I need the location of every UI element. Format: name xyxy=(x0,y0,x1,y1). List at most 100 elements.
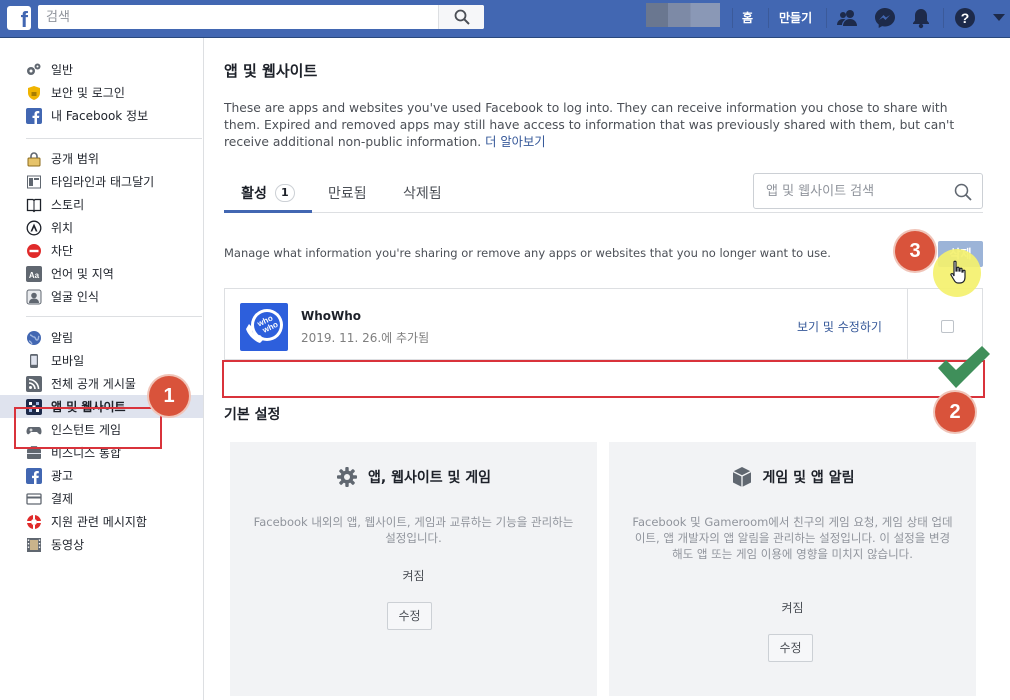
learn-more-link[interactable]: 더 알아보기 xyxy=(485,135,545,149)
tab-expired[interactable]: 만료됨 xyxy=(328,172,367,213)
step-badge-1: 1 xyxy=(149,376,189,416)
sidebar-item-payments[interactable]: 결제 xyxy=(26,487,203,510)
sidebar-group-privacy: 공개 범위 타임라인과 태그달기 스토리 위치 차단 Aa 언어 및 지역 얼굴… xyxy=(26,147,154,308)
search-icon[interactable] xyxy=(954,183,972,201)
tab-active[interactable]: 활성 1 xyxy=(224,172,312,213)
sidebar-item-label: 광고 xyxy=(51,469,74,483)
view-and-edit-link[interactable]: 보기 및 수정하기 xyxy=(797,318,882,335)
sidebar-item-privacy[interactable]: 공개 범위 xyxy=(26,147,154,170)
sidebar-item-general[interactable]: 일반 xyxy=(26,58,148,81)
app-search xyxy=(753,173,983,209)
app-name[interactable]: WhoWho xyxy=(301,309,361,323)
card-title-row: 게임 및 앱 알림 xyxy=(609,466,976,488)
app-search-input[interactable] xyxy=(754,174,944,208)
page-title: 앱 및 웹사이트 xyxy=(224,62,318,80)
sidebar-item-label: 타임라인과 태그달기 xyxy=(51,175,155,189)
global-search-input[interactable] xyxy=(38,5,438,29)
sidebar-item-videos[interactable]: 동영상 xyxy=(26,533,203,556)
divider xyxy=(943,8,944,28)
facebook-icon xyxy=(26,107,42,124)
notifications-bell-icon[interactable] xyxy=(910,7,932,29)
sidebar-item-label: 모바일 xyxy=(51,354,85,368)
create-link[interactable]: 만들기 xyxy=(779,9,812,26)
divider xyxy=(907,289,908,359)
card-title: 게임 및 앱 알림 xyxy=(762,470,855,486)
divider xyxy=(768,8,769,28)
step-badge-3: 3 xyxy=(895,231,935,271)
card-status: 켜짐 xyxy=(781,601,804,615)
card-icon xyxy=(26,491,42,507)
sidebar-item-label: 보안 및 로그인 xyxy=(51,86,125,100)
sidebar-item-stories[interactable]: 스토리 xyxy=(26,193,154,216)
settings-sidebar: 일반 보안 및 로그인 내 Facebook 정보 공개 범위 타임라인과 태그… xyxy=(0,38,204,700)
location-icon xyxy=(26,220,42,236)
sidebar-item-language[interactable]: Aa 언어 및 지역 xyxy=(26,262,154,285)
sidebar-item-location[interactable]: 위치 xyxy=(26,216,154,239)
ads-icon xyxy=(26,467,42,484)
card-title: 앱, 웹사이트 및 게임 xyxy=(368,470,491,486)
sidebar-item-label: 지원 관련 메시지함 xyxy=(51,515,147,529)
divider xyxy=(26,138,202,139)
sidebar-item-label: 결제 xyxy=(51,492,74,506)
divider xyxy=(26,316,202,317)
sidebar-item-label: 동영상 xyxy=(51,538,85,552)
tab-removed[interactable]: 삭제됨 xyxy=(403,172,442,213)
app-added-date: 2019. 11. 26.에 추가됨 xyxy=(301,331,430,345)
edit-button[interactable]: 수정 xyxy=(387,602,432,630)
book-icon xyxy=(26,197,42,213)
svg-text:?: ? xyxy=(961,10,970,26)
facebook-logo[interactable]: f xyxy=(7,6,31,32)
sidebar-item-label: 전체 공개 게시물 xyxy=(51,377,136,391)
hand-cursor-icon xyxy=(950,260,966,284)
mobile-icon xyxy=(26,353,42,369)
manage-apps-text: Manage what information you're sharing o… xyxy=(224,246,831,260)
sidebar-item-notifications[interactable]: 알림 xyxy=(26,326,203,349)
step-badge-2: 2 xyxy=(935,392,975,432)
globe-icon xyxy=(26,330,42,346)
friends-icon[interactable] xyxy=(837,7,859,29)
face-icon xyxy=(26,289,42,305)
block-icon xyxy=(26,243,42,259)
sidebar-item-mobile[interactable]: 모바일 xyxy=(26,349,203,372)
page-description: These are apps and websites you've used … xyxy=(224,100,976,151)
home-link[interactable]: 홈 xyxy=(742,9,753,26)
messenger-icon[interactable] xyxy=(874,7,896,29)
sidebar-item-facebook-info[interactable]: 내 Facebook 정보 xyxy=(26,104,148,127)
highlight-box-row xyxy=(222,360,985,398)
sidebar-item-face-recognition[interactable]: 얼굴 인식 xyxy=(26,285,154,308)
sidebar-item-label: 스토리 xyxy=(51,198,85,212)
sidebar-item-support-inbox[interactable]: 지원 관련 메시지함 xyxy=(26,510,203,533)
sidebar-item-ads[interactable]: 광고 xyxy=(26,464,203,487)
sidebar-item-label: 내 Facebook 정보 xyxy=(51,109,149,123)
divider xyxy=(826,8,827,28)
top-navigation-bar: f 홈 만들기 ? xyxy=(0,0,1010,38)
edit-button[interactable]: 수정 xyxy=(768,634,813,662)
sidebar-item-label: 언어 및 지역 xyxy=(51,267,114,281)
global-search xyxy=(38,5,484,29)
search-icon xyxy=(454,9,470,25)
sidebar-item-timeline[interactable]: 타임라인과 태그달기 xyxy=(26,170,154,193)
checkmark-icon xyxy=(938,346,990,388)
tab-label: 활성 xyxy=(241,185,267,202)
search-button[interactable] xyxy=(438,5,484,29)
sidebar-item-label: 차단 xyxy=(51,244,74,258)
shield-icon xyxy=(26,85,42,101)
sidebar-item-security[interactable]: 보안 및 로그인 xyxy=(26,81,148,104)
divider xyxy=(732,8,733,28)
section-title: 기본 설정 xyxy=(224,407,281,423)
sidebar-item-blocking[interactable]: 차단 xyxy=(26,239,154,262)
app-list: who who WhoWho 2019. 11. 26.에 추가됨 보기 및 수… xyxy=(224,288,983,360)
profile-avatar[interactable] xyxy=(646,3,720,27)
language-icon: Aa xyxy=(26,265,42,282)
gear-icon xyxy=(336,466,358,488)
whowho-app-icon: who who xyxy=(240,303,288,351)
sidebar-item-label: 알림 xyxy=(51,331,74,345)
help-icon[interactable]: ? xyxy=(954,7,976,29)
lifebuoy-icon xyxy=(26,514,42,530)
settings-card-game-notifications: 게임 및 앱 알림 Facebook 및 Gameroom에서 친구의 게임 요… xyxy=(609,442,976,696)
settings-card-apps: 앱, 웹사이트 및 게임 Facebook 내외의 앱, 웹사이트, 게임과 교… xyxy=(230,442,597,696)
highlight-box-sidebar xyxy=(14,407,162,449)
app-select-checkbox[interactable] xyxy=(941,320,954,333)
card-status: 켜짐 xyxy=(402,569,425,583)
chevron-down-icon[interactable] xyxy=(993,14,1005,22)
